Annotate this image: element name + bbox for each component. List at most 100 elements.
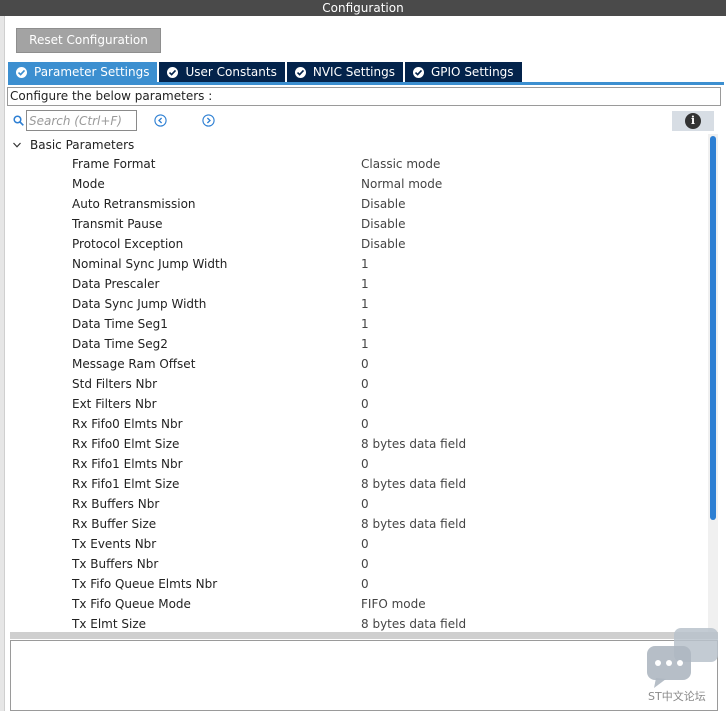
param-value[interactable]: Normal mode xyxy=(361,177,442,191)
param-row[interactable]: Tx Events Nbr 0 xyxy=(0,535,706,555)
param-row[interactable]: Data Prescaler 1 xyxy=(0,275,706,295)
param-row[interactable]: Std Filters Nbr 0 xyxy=(0,375,706,395)
param-value[interactable]: 0 xyxy=(361,537,369,551)
tab-nvic-settings[interactable]: NVIC Settings xyxy=(286,62,403,82)
tab-label: User Constants xyxy=(185,65,277,79)
tab-bar: Parameter Settings User Constants NVIC S… xyxy=(8,62,524,82)
check-icon xyxy=(167,66,179,78)
param-name: Tx Events Nbr xyxy=(72,537,157,551)
group-label: Basic Parameters xyxy=(30,138,135,152)
param-value[interactable]: 0 xyxy=(361,377,369,391)
info-icon: i xyxy=(685,113,701,129)
param-value[interactable]: 8 bytes data field xyxy=(361,437,466,451)
param-row[interactable]: Data Sync Jump Width 1 xyxy=(0,295,706,315)
param-value[interactable]: 8 bytes data field xyxy=(361,617,466,631)
param-value[interactable]: Disable xyxy=(361,217,406,231)
param-name: Nominal Sync Jump Width xyxy=(72,257,228,271)
window-title: Configuration xyxy=(0,0,726,16)
param-value[interactable]: 0 xyxy=(361,497,369,511)
param-row[interactable]: Tx Fifo Queue Elmts Nbr 0 xyxy=(0,575,706,595)
watermark-text: ST中文论坛 xyxy=(648,690,706,703)
param-row[interactable]: Message Ram Offset 0 xyxy=(0,355,706,375)
param-value[interactable]: 0 xyxy=(361,397,369,411)
param-row[interactable]: Auto Retransmission Disable xyxy=(0,195,706,215)
param-name: Std Filters Nbr xyxy=(72,377,158,391)
param-value[interactable]: 0 xyxy=(361,577,369,591)
param-row[interactable]: Mode Normal mode xyxy=(0,175,706,195)
param-row[interactable]: Protocol Exception Disable xyxy=(0,235,706,255)
param-name: Rx Fifo0 Elmts Nbr xyxy=(72,417,183,431)
param-row[interactable]: Rx Fifo1 Elmts Nbr 0 xyxy=(0,455,706,475)
param-name: Data Time Seg1 xyxy=(72,317,168,331)
param-row[interactable]: Tx Fifo Queue Mode FIFO mode xyxy=(0,595,706,615)
param-value[interactable]: 0 xyxy=(361,357,369,371)
param-row[interactable]: Tx Buffers Nbr 0 xyxy=(0,555,706,575)
scrollbar-thumb[interactable] xyxy=(710,136,716,520)
horizontal-divider[interactable] xyxy=(10,632,718,639)
chevron-down-icon xyxy=(13,142,21,148)
param-row[interactable]: Nominal Sync Jump Width 1 xyxy=(0,255,706,275)
param-row[interactable]: Rx Buffer Size 8 bytes data field xyxy=(0,515,706,535)
param-name: Transmit Pause xyxy=(72,217,163,231)
search-input[interactable] xyxy=(26,110,137,131)
param-value[interactable]: Disable xyxy=(361,197,406,211)
tab-underline xyxy=(8,82,724,85)
param-name: Tx Fifo Queue Mode xyxy=(72,597,191,611)
param-row[interactable]: Rx Fifo1 Elmt Size 8 bytes data field xyxy=(0,475,706,495)
check-icon xyxy=(16,66,27,78)
param-name: Tx Fifo Queue Elmts Nbr xyxy=(72,577,218,591)
reset-configuration-button[interactable]: Reset Configuration xyxy=(16,28,161,53)
description-panel xyxy=(10,640,718,711)
tab-label: Parameter Settings xyxy=(34,65,150,79)
tab-label: NVIC Settings xyxy=(312,65,395,79)
tab-gpio-settings[interactable]: GPIO Settings xyxy=(404,62,522,82)
tab-user-constants[interactable]: User Constants xyxy=(159,62,285,82)
group-basic-parameters[interactable]: Basic Parameters xyxy=(12,137,134,153)
param-row[interactable]: Transmit Pause Disable xyxy=(0,215,706,235)
param-name: Data Prescaler xyxy=(72,277,160,291)
param-value[interactable]: 1 xyxy=(361,297,369,311)
param-name: Data Time Seg2 xyxy=(72,337,168,351)
param-row[interactable]: Rx Buffers Nbr 0 xyxy=(0,495,706,515)
param-name: Tx Elmt Size xyxy=(72,617,147,631)
param-name: Message Ram Offset xyxy=(72,357,196,371)
param-value[interactable]: 1 xyxy=(361,277,369,291)
check-icon xyxy=(294,66,306,78)
parameter-list: Frame Format Classic mode Mode Normal mode… xyxy=(0,155,706,635)
param-name: Protocol Exception xyxy=(72,237,184,251)
param-value[interactable]: 8 bytes data field xyxy=(361,517,466,531)
param-value[interactable]: FIFO mode xyxy=(361,597,426,611)
param-name: Rx Fifo1 Elmts Nbr xyxy=(72,457,183,471)
param-row[interactable]: Data Time Seg2 1 xyxy=(0,335,706,355)
param-row[interactable]: Frame Format Classic mode xyxy=(0,155,706,175)
param-row[interactable]: Data Time Seg1 1 xyxy=(0,315,706,335)
param-value[interactable]: 1 xyxy=(361,257,369,271)
param-name: Frame Format xyxy=(72,157,156,171)
param-name: Rx Fifo1 Elmt Size xyxy=(72,477,180,491)
param-name: Tx Buffers Nbr xyxy=(72,557,159,571)
next-icon[interactable] xyxy=(202,114,215,127)
param-name: Rx Buffer Size xyxy=(72,517,157,531)
param-name: Mode xyxy=(72,177,105,191)
param-row[interactable]: Ext Filters Nbr 0 xyxy=(0,395,706,415)
previous-icon[interactable] xyxy=(154,114,167,127)
tab-parameter-settings[interactable]: Parameter Settings xyxy=(8,62,158,82)
param-name: Rx Fifo0 Elmt Size xyxy=(72,437,180,451)
param-value[interactable]: 0 xyxy=(361,457,369,471)
tab-label: GPIO Settings xyxy=(430,65,514,79)
info-button[interactable]: i xyxy=(672,111,714,131)
check-icon xyxy=(412,66,424,78)
param-row[interactable]: Rx Fifo0 Elmts Nbr 0 xyxy=(0,415,706,435)
param-value[interactable]: Disable xyxy=(361,237,406,251)
param-value[interactable]: 0 xyxy=(361,417,369,431)
param-row[interactable]: Rx Fifo0 Elmt Size 8 bytes data field xyxy=(0,435,706,455)
param-value[interactable]: 1 xyxy=(361,317,369,331)
param-name: Data Sync Jump Width xyxy=(72,297,207,311)
param-value[interactable]: 8 bytes data field xyxy=(361,477,466,491)
param-value[interactable]: Classic mode xyxy=(361,157,440,171)
param-name: Rx Buffers Nbr xyxy=(72,497,160,511)
description-field: Configure the below parameters : xyxy=(7,87,721,106)
search-icon[interactable] xyxy=(13,115,24,126)
param-value[interactable]: 1 xyxy=(361,337,369,351)
param-value[interactable]: 0 xyxy=(361,557,369,571)
